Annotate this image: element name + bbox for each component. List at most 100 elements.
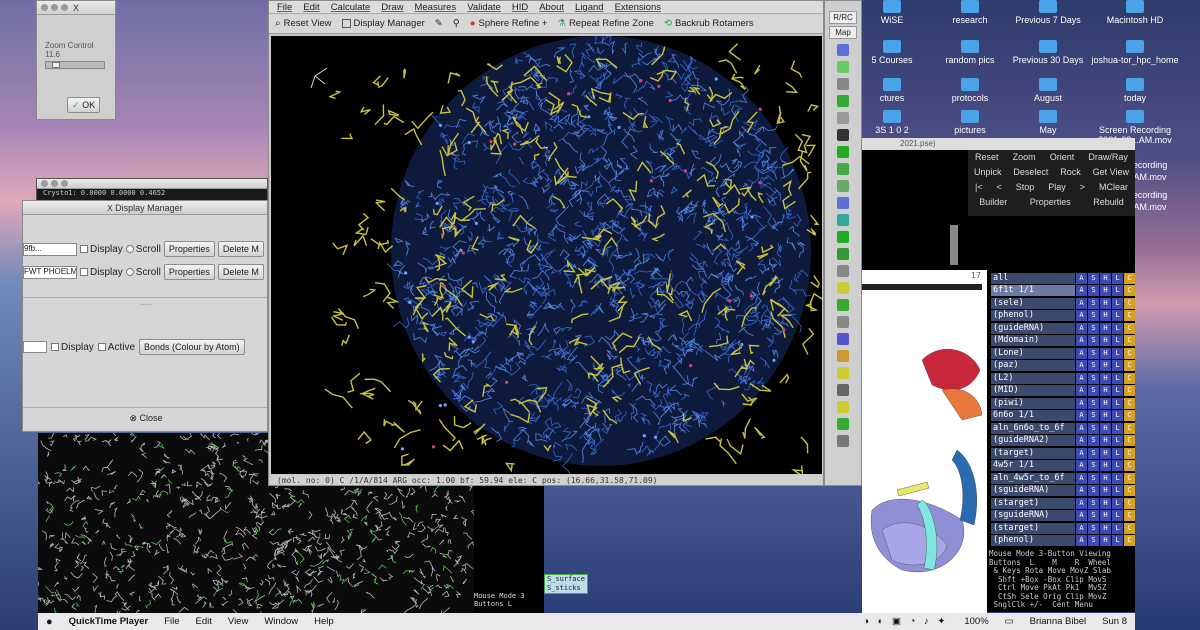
- tool-icon[interactable]: [837, 197, 849, 209]
- pymol-object-row[interactable]: (starget) A S H L C: [987, 522, 1135, 534]
- pymol-object-button[interactable]: H: [1100, 535, 1111, 546]
- pymol-object-name[interactable]: (Lone): [991, 347, 1075, 359]
- rpc-button[interactable]: R/RC: [829, 11, 857, 24]
- tool-icon[interactable]: [837, 78, 849, 90]
- pymol-object-name[interactable]: (starget): [991, 522, 1075, 534]
- menubar-item[interactable]: Edit: [196, 616, 212, 627]
- pymol-object-row[interactable]: (Mdomain) A S H L C: [987, 335, 1135, 347]
- pymol-button[interactable]: Play: [1048, 180, 1066, 195]
- desktop-icon[interactable]: Macintosh HD: [1090, 0, 1180, 25]
- desktop-icon[interactable]: Previous 30 Days: [1003, 40, 1093, 65]
- pymol-object-button[interactable]: S: [1088, 322, 1099, 334]
- pymol-object-row[interactable]: (guideRNA) A S H L C: [987, 322, 1135, 334]
- molecule-name-field[interactable]: [23, 341, 47, 353]
- pymol-object-button[interactable]: S: [1088, 360, 1099, 371]
- pymol-object-name[interactable]: (MID): [991, 385, 1075, 396]
- coot-graphics-canvas[interactable]: [271, 36, 822, 474]
- pymol-object-button[interactable]: C: [1124, 310, 1135, 321]
- pymol-object-button[interactable]: S: [1088, 535, 1099, 546]
- pymol-object-button[interactable]: L: [1112, 510, 1123, 521]
- tool-icon[interactable]: [837, 333, 849, 345]
- pymol-object-button[interactable]: L: [1112, 310, 1123, 321]
- pymol-object-row[interactable]: (sele) A S H L C: [987, 297, 1135, 309]
- pymol-button[interactable]: Rock: [1060, 165, 1081, 180]
- surface-label[interactable]: S_surface: [547, 575, 585, 584]
- pymol-object-button[interactable]: C: [1124, 285, 1135, 296]
- pymol-object-button[interactable]: C: [1124, 385, 1135, 396]
- pymol-object-button[interactable]: C: [1124, 497, 1135, 509]
- pymol-button[interactable]: Reset: [975, 150, 999, 165]
- pymol-button[interactable]: Unpick: [974, 165, 1002, 180]
- display-manager-titlebar[interactable]: X Display Manager: [23, 201, 267, 215]
- pymol-object-button[interactable]: S: [1088, 285, 1099, 296]
- pymol-object-button[interactable]: S: [1088, 522, 1099, 534]
- pymol-object-row[interactable]: (target) A S H L C: [987, 447, 1135, 459]
- map-name-field[interactable]: 9fb...: [23, 242, 77, 256]
- desktop-icon[interactable]: Previous 7 Days: [1003, 0, 1093, 25]
- pymol-object-row[interactable]: (phenol) A S H L C: [987, 535, 1135, 547]
- pymol-object-button[interactable]: C: [1124, 510, 1135, 521]
- pymol-object-row[interactable]: (Lone) A S H L C: [987, 347, 1135, 359]
- pymol-object-button[interactable]: S: [1088, 272, 1099, 284]
- tool-icon[interactable]: [837, 163, 849, 175]
- coot-menu-item[interactable]: Draw: [381, 2, 403, 13]
- mol-active-checkbox[interactable]: Active: [97, 342, 135, 353]
- pymol-object-row[interactable]: aln_4w5r_to_6f A S H L C: [987, 472, 1135, 484]
- pymol-object-name[interactable]: (sguideRNA): [991, 485, 1075, 496]
- pymol-object-button[interactable]: C: [1124, 360, 1135, 371]
- pymol-object-button[interactable]: L: [1112, 522, 1123, 534]
- pymol-object-row[interactable]: (sguideRNA) A S H L C: [987, 510, 1135, 522]
- pymol-object-row[interactable]: (phenol) A S H L C: [987, 310, 1135, 322]
- pymol-object-button[interactable]: A: [1076, 472, 1087, 484]
- coot-menu-item[interactable]: HID: [512, 2, 528, 13]
- tool-icon[interactable]: [837, 44, 849, 56]
- pymol-object-row[interactable]: 4w5r 1/1 A S H L C: [987, 460, 1135, 472]
- pymol-object-row[interactable]: (MID) A S H L C: [987, 385, 1135, 397]
- pymol-object-button[interactable]: C: [1124, 272, 1135, 284]
- tool-icon[interactable]: [837, 129, 849, 141]
- pymol-button[interactable]: |<: [975, 180, 983, 195]
- tool-icon[interactable]: [837, 367, 849, 379]
- pymol-object-button[interactable]: A: [1076, 310, 1087, 321]
- pymol-object-row[interactable]: (guideRNA2) A S H L C: [987, 435, 1135, 447]
- pymol-object-button[interactable]: L: [1112, 485, 1123, 496]
- zoom-ok-button[interactable]: ✓ OK: [67, 97, 101, 113]
- pymol-object-button[interactable]: A: [1076, 372, 1087, 384]
- tool-icon[interactable]: [837, 180, 849, 192]
- user-name[interactable]: Brianna Bibel: [1030, 616, 1087, 627]
- pymol-object-button[interactable]: S: [1088, 347, 1099, 359]
- pymol-object-name[interactable]: 6n6o 1/1: [991, 410, 1075, 421]
- pymol-object-button[interactable]: L: [1112, 385, 1123, 396]
- tool-icon[interactable]: [837, 112, 849, 124]
- coot-menu-item[interactable]: File: [277, 2, 292, 13]
- tool-icon[interactable]: [837, 299, 849, 311]
- pymol-object-button[interactable]: C: [1124, 422, 1135, 434]
- tool-icon[interactable]: [837, 401, 849, 413]
- pymol-button[interactable]: Draw/Ray: [1088, 150, 1128, 165]
- pymol-object-button[interactable]: A: [1076, 385, 1087, 396]
- coot-menu-item[interactable]: About: [539, 2, 564, 13]
- delete-map-button[interactable]: Delete M: [217, 241, 264, 257]
- pymol-object-button[interactable]: S: [1088, 510, 1099, 521]
- pymol-object-button[interactable]: C: [1124, 472, 1135, 484]
- properties-button[interactable]: Properties: [163, 241, 215, 257]
- pymol-object-button[interactable]: H: [1100, 435, 1111, 446]
- pymol-object-button[interactable]: L: [1112, 297, 1123, 309]
- tool-icon[interactable]: [837, 61, 849, 73]
- pymol-object-button[interactable]: H: [1100, 472, 1111, 484]
- pymol-object-button[interactable]: L: [1112, 360, 1123, 371]
- tool-icon[interactable]: [837, 248, 849, 260]
- pymol-object-button[interactable]: C: [1124, 522, 1135, 534]
- pymol-object-button[interactable]: A: [1076, 397, 1087, 409]
- pymol-object-button[interactable]: S: [1088, 310, 1099, 321]
- pymol-object-button[interactable]: C: [1124, 322, 1135, 334]
- pymol-object-button[interactable]: H: [1100, 385, 1111, 396]
- pymol-viewer[interactable]: [862, 300, 987, 613]
- pymol-object-row[interactable]: (paz) A S H L C: [987, 360, 1135, 372]
- pymol-object-button[interactable]: L: [1112, 535, 1123, 546]
- pymol-object-button[interactable]: A: [1076, 522, 1087, 534]
- tool-icon[interactable]: [837, 316, 849, 328]
- movie-bar[interactable]: [862, 284, 982, 290]
- tool-icon[interactable]: [837, 265, 849, 277]
- map-display-checkbox[interactable]: Display: [80, 267, 123, 278]
